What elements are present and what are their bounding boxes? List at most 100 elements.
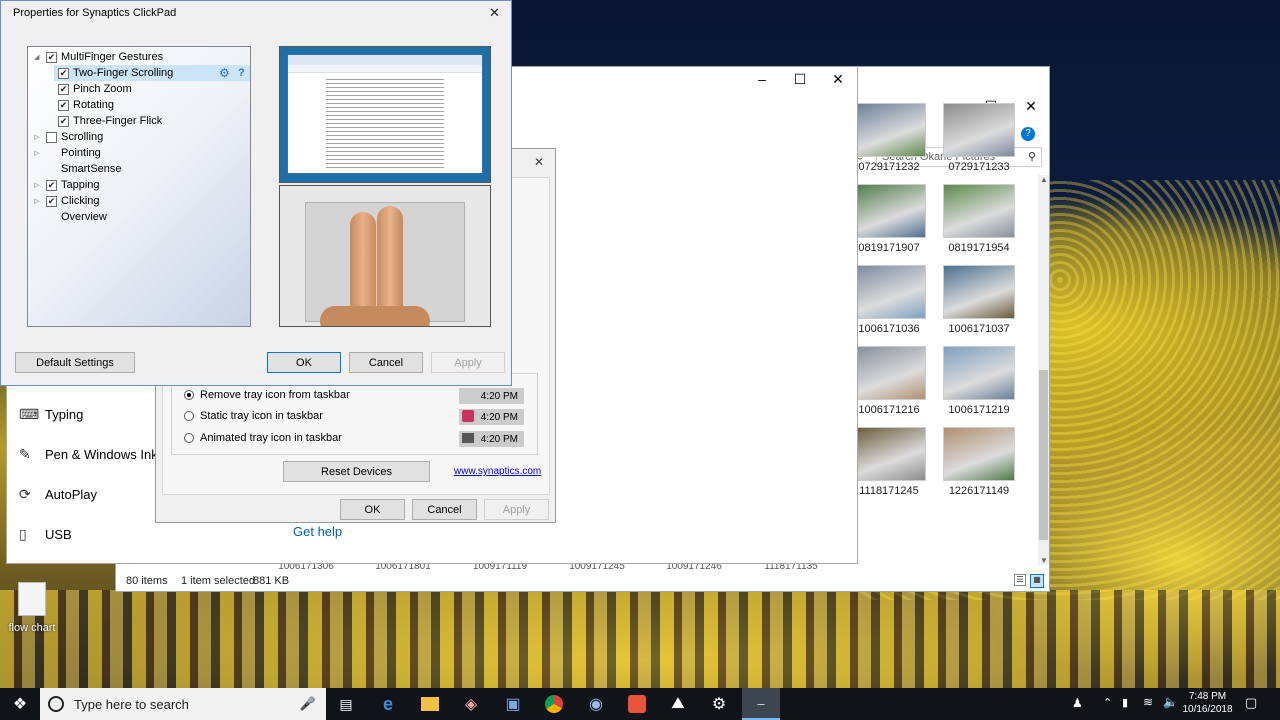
expand-arrow-icon[interactable]: ▷	[34, 149, 44, 157]
photo-thumbnail[interactable]	[854, 184, 926, 238]
network-icon[interactable]: ≋	[1143, 695, 1153, 709]
photo-thumbnail[interactable]	[854, 427, 926, 481]
mouseprops-ok-button[interactable]: OK	[340, 499, 405, 520]
photo-thumbnail[interactable]	[943, 184, 1015, 238]
settings-close-button[interactable]: ✕	[815, 64, 861, 94]
photo-filename: 0729171233	[948, 161, 1010, 173]
tree-item[interactable]: ▷ ✔ Clicking	[34, 193, 100, 209]
photos-icon[interactable]: ⛰	[662, 692, 694, 716]
tree-item[interactable]: ▷ Scrolling	[34, 129, 103, 145]
tree-item[interactable]: SmartSense	[34, 161, 122, 177]
tray-option-animated[interactable]: Animated tray icon in taskbar	[184, 430, 342, 446]
radio-button[interactable]	[184, 390, 194, 400]
file-explorer-icon[interactable]	[414, 692, 446, 716]
battery-icon[interactable]: ▮	[1122, 696, 1128, 709]
radio-button[interactable]	[184, 411, 194, 421]
checkbox[interactable]: ✔	[46, 195, 57, 207]
mouseprops-apply-button[interactable]: Apply	[484, 499, 549, 520]
tree-item-label: SmartSense	[61, 163, 122, 175]
clock-date: 10/16/2018	[1182, 704, 1233, 715]
expand-arrow-icon[interactable]: ▷	[34, 197, 44, 205]
tree-item-label: Tapping	[61, 179, 100, 191]
start-button[interactable]: ❖	[4, 692, 36, 716]
settings-item-typing[interactable]: ⌨ Typing	[19, 404, 83, 424]
photo-thumbnail[interactable]	[854, 103, 926, 157]
mouseprops-cancel-button[interactable]: Cancel	[412, 499, 477, 520]
checkbox[interactable]: ✔	[58, 99, 69, 111]
tree-item[interactable]: Overview	[34, 209, 107, 225]
photo-thumbnail[interactable]	[854, 265, 926, 319]
help-icon[interactable]: ?	[1021, 127, 1035, 141]
scroll-down-icon[interactable]: ▼	[1040, 556, 1048, 565]
edge-icon[interactable]: e	[372, 692, 404, 716]
synaptics-close-button[interactable]: ✕	[489, 5, 500, 21]
screencast-icon[interactable]	[621, 692, 653, 716]
microphone-icon[interactable]: 🎤	[300, 696, 316, 712]
synaptics-apply-button[interactable]: Apply	[431, 352, 505, 373]
tree-item[interactable]: ▷ ✔ Tapping	[34, 177, 100, 193]
expand-arrow-icon[interactable]: ▷	[34, 133, 44, 141]
details-view-icon[interactable]: ☰	[1014, 574, 1026, 586]
photo-thumbnail[interactable]	[943, 427, 1015, 481]
tray-option-remove[interactable]: Remove tray icon from taskbar	[184, 387, 350, 403]
default-settings-button[interactable]: Default Settings	[15, 352, 135, 373]
large-icons-view-icon[interactable]: ▦	[1030, 574, 1044, 588]
photo-thumbnail[interactable]	[943, 103, 1015, 157]
collapse-arrow-icon[interactable]: ◢	[34, 53, 44, 61]
settings-item-pen[interactable]: ✎ Pen & Windows Ink	[19, 444, 158, 464]
checkbox[interactable]: ✔	[58, 67, 69, 79]
taskbar-search-box[interactable]: Type here to search 🎤	[40, 688, 326, 720]
obs-icon[interactable]: ◉	[580, 692, 612, 716]
device-manager-icon[interactable]: ▣	[497, 692, 529, 716]
help-icon[interactable]: ?	[238, 67, 245, 79]
synaptics-link[interactable]: www.synaptics.com	[454, 466, 541, 477]
settings-item-autoplay[interactable]: ⟳ AutoPlay	[19, 484, 97, 504]
settings-item-usb[interactable]: ▯ USB	[19, 524, 72, 544]
autoplay-icon: ⟳	[19, 485, 31, 502]
windows-logo-icon: ❖	[12, 696, 28, 713]
tree-item[interactable]: ✔ Three-Finger Flick	[58, 113, 162, 129]
settings-gear-icon[interactable]: ⚙	[703, 692, 735, 716]
photo-filename: 1006171037	[948, 323, 1010, 335]
reset-devices-button[interactable]: Reset Devices	[283, 461, 430, 482]
scroll-up-icon[interactable]: ▲	[1040, 175, 1048, 184]
checkbox[interactable]: ✔	[58, 115, 69, 127]
action-center-icon[interactable]: ▢	[1245, 695, 1257, 711]
explorer-scrollbar[interactable]: ▲ ▼	[1038, 175, 1049, 565]
mouseprops-close-button[interactable]: ✕	[534, 155, 544, 169]
checkbox[interactable]: ✔	[46, 179, 57, 191]
get-help-link[interactable]: Get help	[293, 524, 342, 539]
tree-item[interactable]: ✔ Pinch Zoom	[58, 81, 132, 97]
people-icon[interactable]: ♟	[1072, 696, 1083, 710]
tree-item[interactable]: ◢ ✔ MultiFinger Gestures	[34, 49, 163, 65]
photo-thumbnail[interactable]	[854, 346, 926, 400]
paint-icon[interactable]: ◈	[455, 692, 487, 716]
tree-item[interactable]: ▷ Pointing	[34, 145, 101, 161]
desktop-file-icon[interactable]: flow chart	[6, 582, 58, 634]
photo-thumbnail[interactable]	[943, 265, 1015, 319]
synaptics-ok-button[interactable]: OK	[267, 352, 341, 373]
checkbox[interactable]	[46, 131, 57, 143]
usb-icon: ▯	[19, 525, 27, 542]
synaptics-app-icon[interactable]: ⎯	[742, 688, 780, 720]
tree-item[interactable]: ✔ Two-Finger Scrolling ⚙?	[54, 65, 250, 81]
scrollbar-thumb[interactable]	[1039, 370, 1048, 540]
chrome-icon[interactable]	[538, 692, 570, 716]
show-hidden-icons-icon[interactable]: ⌃	[1103, 696, 1112, 709]
tray-option-static[interactable]: Static tray icon in taskbar	[184, 408, 323, 424]
photo-thumbnail[interactable]	[943, 346, 1015, 400]
photo-filename: 0819171954	[948, 242, 1010, 254]
checkbox[interactable]: ✔	[46, 51, 57, 63]
animated-tray-icon	[462, 433, 474, 443]
photo-filename: 1226171149	[948, 485, 1010, 497]
synaptics-cancel-button[interactable]: Cancel	[349, 352, 423, 373]
task-view-icon[interactable]: ▤	[330, 692, 362, 716]
expand-arrow-icon[interactable]: ▷	[34, 181, 44, 189]
taskbar-clock[interactable]: 7:48 PM 10/16/2018	[1180, 690, 1235, 716]
settings-gear-icon[interactable]: ⚙	[219, 66, 230, 80]
radio-button[interactable]	[184, 433, 194, 443]
tree-item[interactable]: ✔ Rotating	[58, 97, 114, 113]
checkbox[interactable]: ✔	[58, 83, 69, 95]
volume-icon[interactable]: 🔈	[1163, 695, 1178, 709]
tree-item-label: MultiFinger Gestures	[61, 51, 164, 63]
